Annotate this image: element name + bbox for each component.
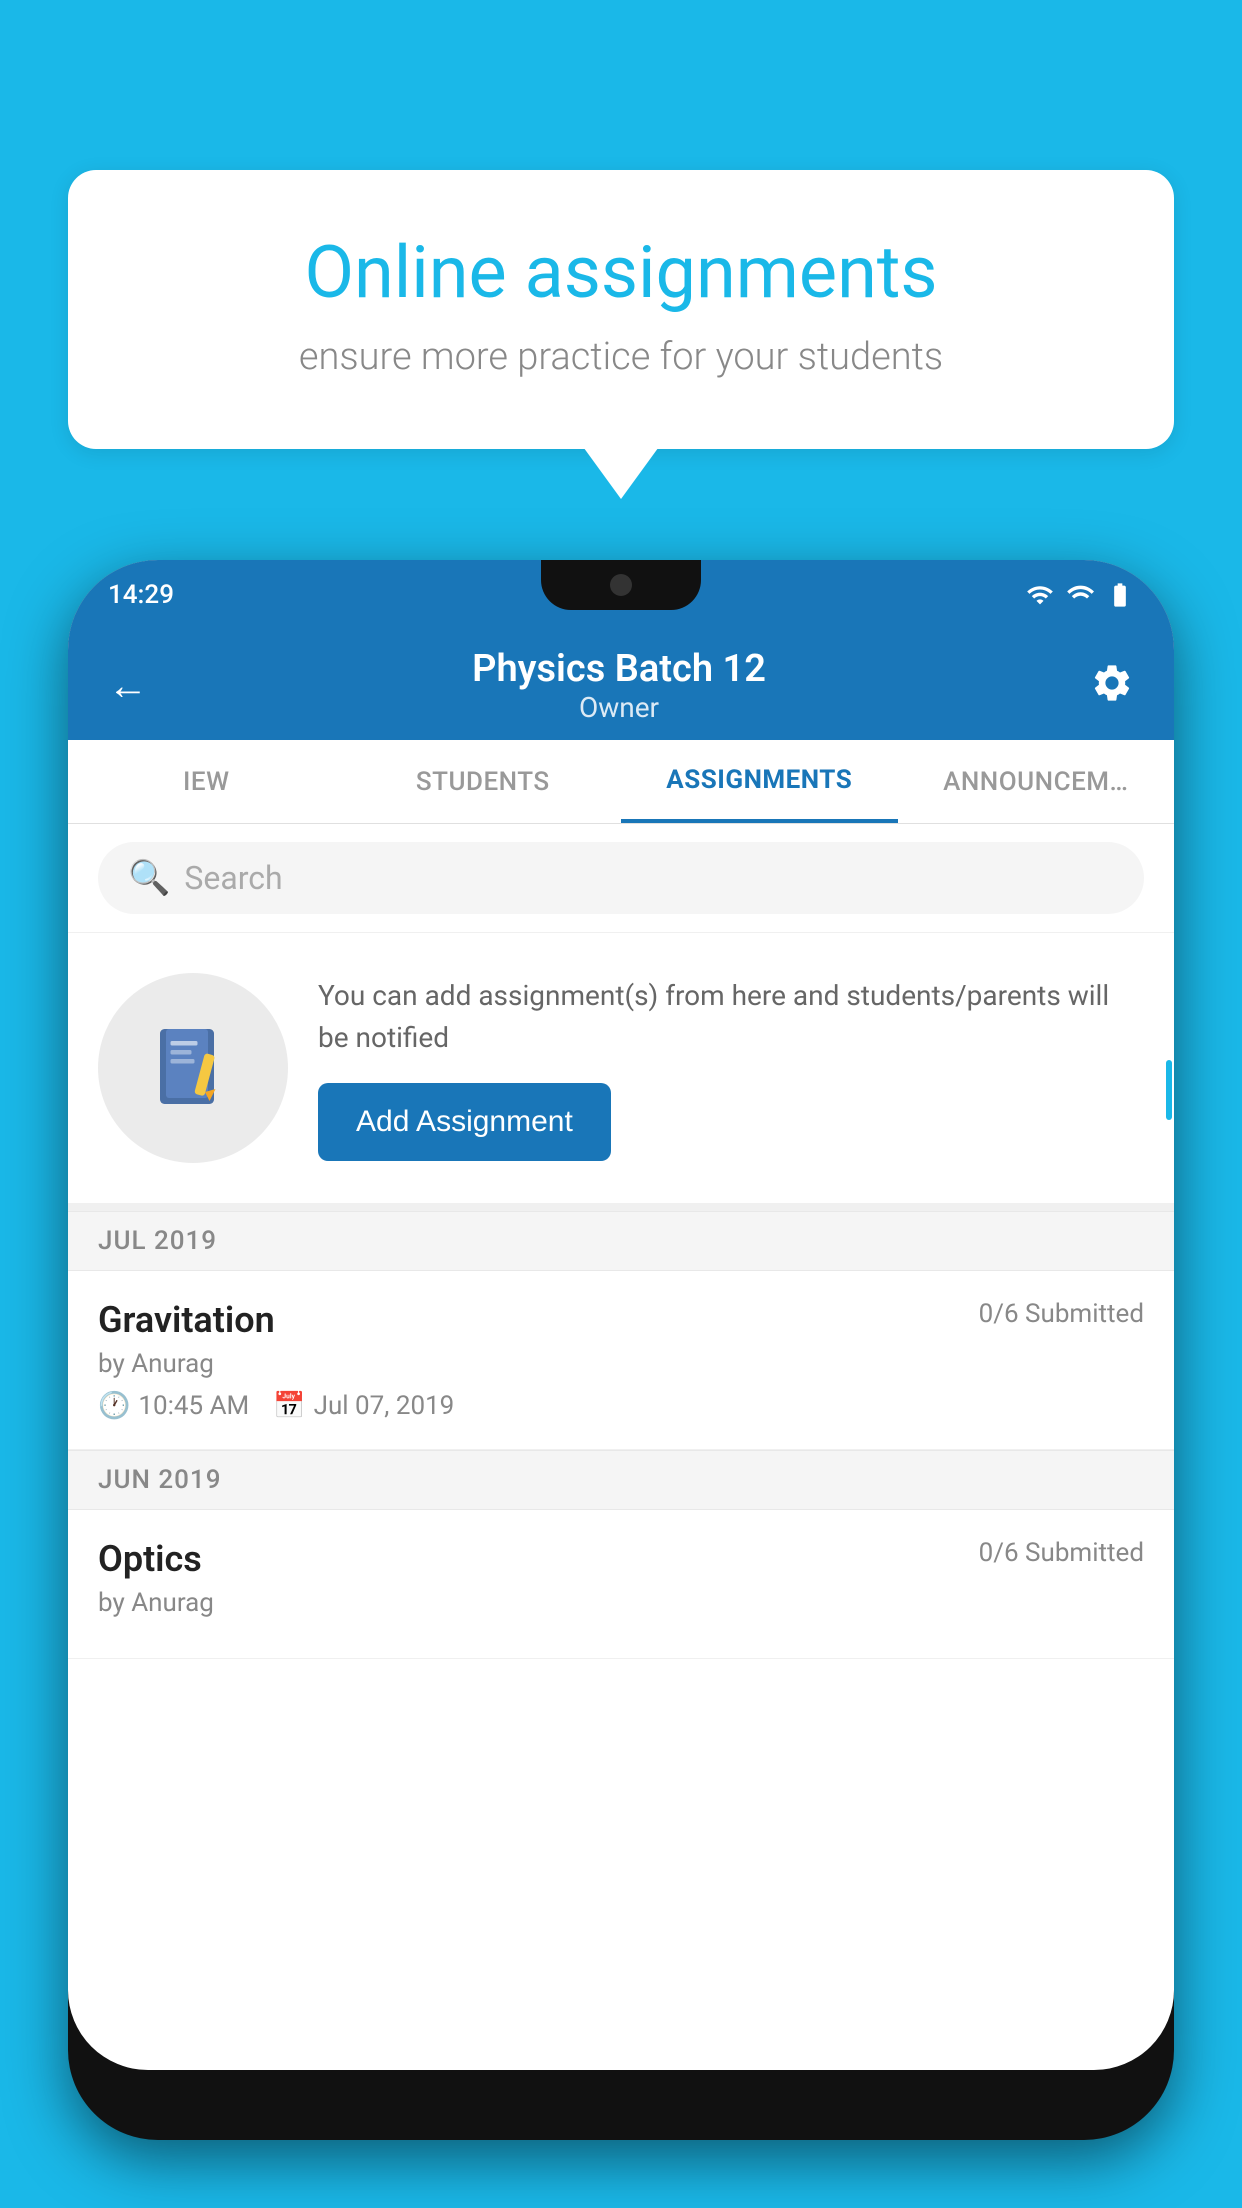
header-center: Physics Batch 12 Owner [472,647,766,724]
status-bar: 14:29 [68,560,1174,630]
header-title: Physics Batch 12 [472,647,766,691]
promo-speech-bubble: Online assignments ensure more practice … [68,170,1174,449]
section-header-jul: JUL 2019 [68,1211,1174,1271]
app-header: ← Physics Batch 12 Owner [68,630,1174,740]
search-placeholder: Search [184,859,282,897]
promo-description: You can add assignment(s) from here and … [318,975,1144,1059]
notebook-icon [148,1023,238,1113]
assignment-name-optics: Optics [98,1538,202,1580]
bubble-subtitle: ensure more practice for your students [138,335,1104,379]
tab-iew[interactable]: IEW [68,740,345,823]
assignment-time: 10:45 AM [138,1391,249,1421]
battery-icon [1106,581,1134,609]
tab-students[interactable]: STUDENTS [345,740,622,823]
assignment-item-optics[interactable]: Optics 0/6 Submitted by Anurag [68,1510,1174,1659]
signal-icon [1066,581,1094,609]
assignment-by: by Anurag [98,1349,1144,1379]
tab-bar: IEW STUDENTS ASSIGNMENTS ANNOUNCEM… [68,740,1174,824]
calendar-icon: 📅 [273,1391,305,1421]
promo-right: You can add assignment(s) from here and … [318,975,1144,1161]
assignment-by-optics: by Anurag [98,1588,1144,1618]
submitted-badge-optics: 0/6 Submitted [979,1538,1144,1568]
submitted-badge: 0/6 Submitted [979,1299,1144,1329]
meta-date: 📅 Jul 07, 2019 [273,1391,454,1421]
header-subtitle: Owner [472,691,766,724]
assignment-item-gravitation[interactable]: Gravitation 0/6 Submitted by Anurag 🕐 10… [68,1271,1174,1450]
clock-icon: 🕐 [98,1391,130,1421]
search-input-wrap[interactable]: 🔍 Search [98,842,1144,914]
assignment-row1: Gravitation 0/6 Submitted [98,1299,1144,1341]
status-icons [1026,581,1134,609]
camera [610,574,632,596]
section-header-jun: JUN 2019 [68,1450,1174,1510]
assignment-name: Gravitation [98,1299,275,1341]
status-time: 14:29 [108,580,174,610]
tab-announcements[interactable]: ANNOUNCEM… [898,740,1175,823]
promo-icon-circle [98,973,288,1163]
add-assignment-button[interactable]: Add Assignment [318,1083,611,1161]
back-button[interactable]: ← [108,662,148,709]
phone-frame: 14:29 ← Phys [68,560,1174,2140]
search-icon: 🔍 [128,858,170,898]
bubble-title: Online assignments [138,230,1104,315]
gear-icon [1090,661,1134,705]
notch [541,560,701,610]
settings-button[interactable] [1090,661,1134,709]
meta-time: 🕐 10:45 AM [98,1391,249,1421]
phone-screen: 14:29 ← Phys [68,560,1174,2070]
wifi-icon [1026,581,1054,609]
assignment-row1-optics: Optics 0/6 Submitted [98,1538,1144,1580]
promo-area: You can add assignment(s) from here and … [68,933,1174,1211]
assignment-date: Jul 07, 2019 [314,1391,455,1421]
assignment-meta: 🕐 10:45 AM 📅 Jul 07, 2019 [98,1391,1144,1421]
search-bar: 🔍 Search [68,824,1174,933]
tab-assignments[interactable]: ASSIGNMENTS [621,740,898,823]
scroll-indicator [1166,1060,1172,1120]
